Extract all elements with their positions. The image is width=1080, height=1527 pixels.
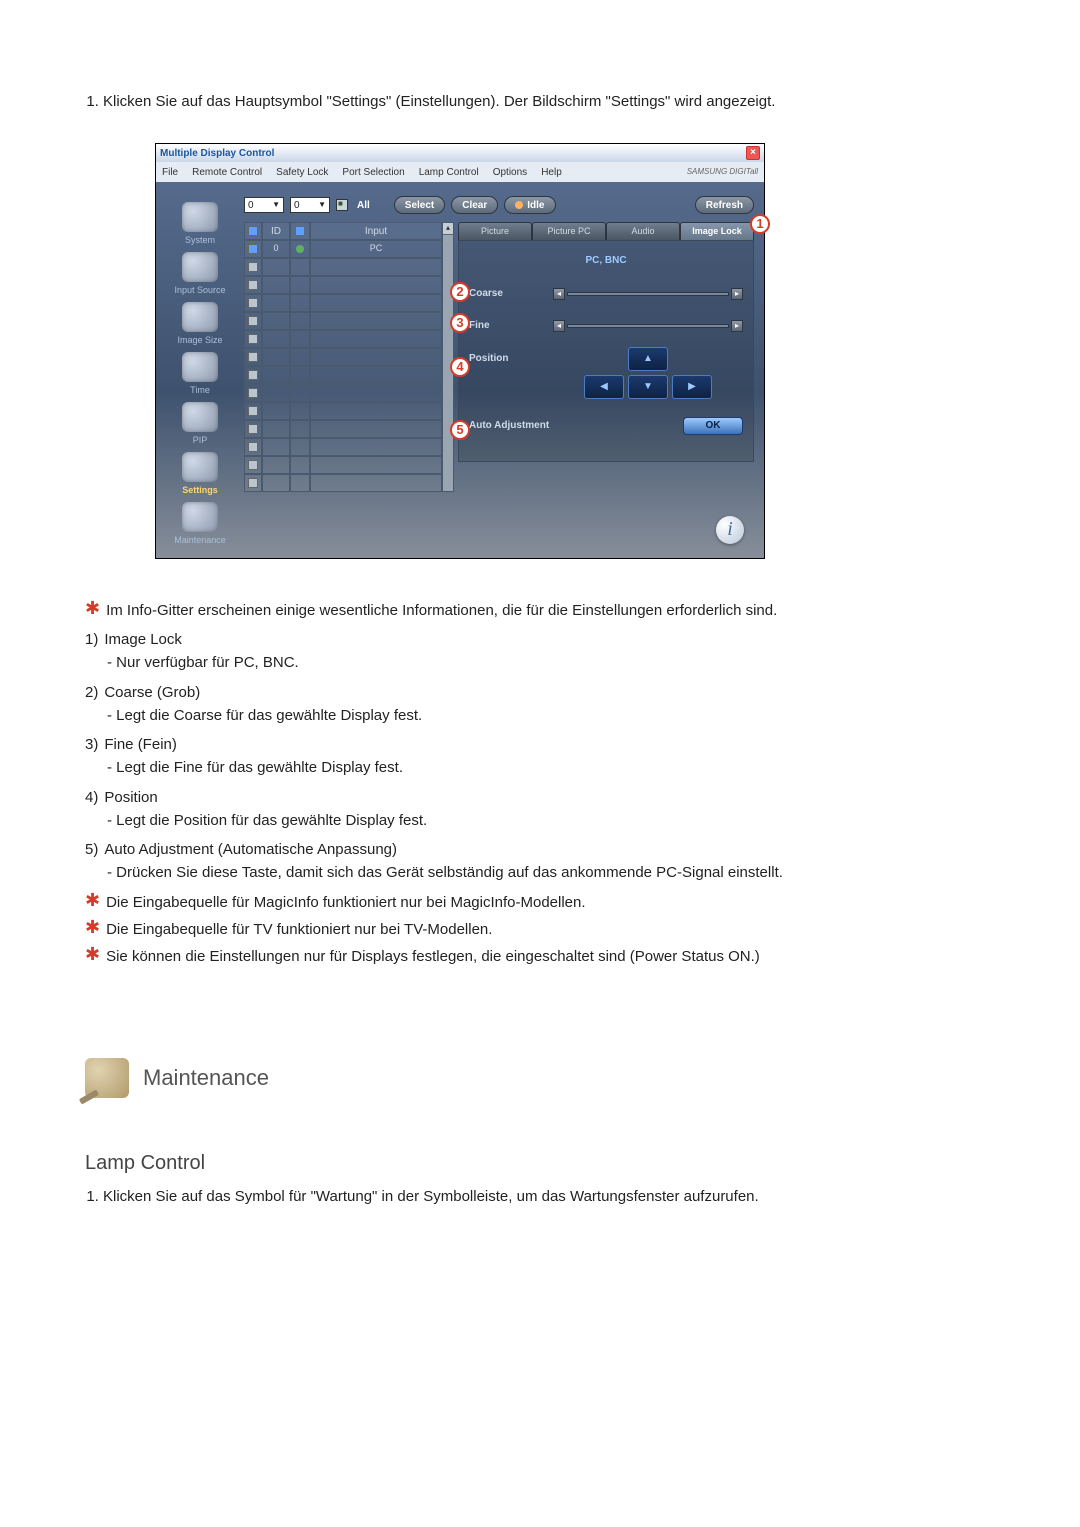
sidebar-item-settings[interactable]: Settings (156, 452, 244, 498)
clear-button[interactable]: Clear (451, 196, 498, 214)
arrow-right-icon[interactable]: ▸ (731, 288, 743, 300)
panel-heading: PC, BNC (469, 253, 743, 269)
intro-step-1: Klicken Sie auf das Hauptsymbol "Setting… (103, 90, 995, 113)
tab-audio[interactable]: Audio (606, 222, 680, 240)
note-magicinfo: Die Eingabequelle für MagicInfo funktion… (106, 891, 995, 914)
notes-list: 1)Image Lock- Nur verfügbar für PC, BNC.… (85, 628, 995, 885)
section-title-maintenance: Maintenance (143, 1061, 269, 1095)
sidebar-item-time[interactable]: Time (156, 352, 244, 398)
brand-label: SAMSUNG DIGITall (687, 166, 758, 178)
app-screenshot: Multiple Display Control × File Remote C… (155, 143, 765, 559)
subsection-lamp-control: Lamp Control (85, 1148, 995, 1179)
tab-picture-pc[interactable]: Picture PC (532, 222, 606, 240)
row-id: 0 (262, 240, 290, 258)
fine-label: Fine (469, 318, 545, 334)
scroll-up-icon[interactable]: ▴ (443, 223, 453, 235)
row-checkbox[interactable] (248, 244, 258, 254)
position-label: Position (469, 351, 545, 367)
note-tv: Die Eingabequelle für TV funktioniert nu… (106, 918, 995, 941)
window-title: Multiple Display Control (160, 146, 274, 162)
sidebar-label-input-source: Input Source (156, 284, 244, 298)
menu-bar: File Remote Control Safety Lock Port Sel… (156, 162, 764, 182)
range-to-select[interactable]: 0▼ (290, 197, 330, 213)
sidebar-label-settings: Settings (156, 484, 244, 498)
position-up-button[interactable]: ▲ (628, 347, 668, 371)
menu-options[interactable]: Options (493, 165, 527, 181)
menu-help[interactable]: Help (541, 165, 562, 181)
tab-image-lock[interactable]: Image Lock (680, 222, 754, 240)
coarse-label: Coarse (469, 286, 545, 302)
grid-head-checkbox[interactable] (244, 222, 262, 240)
menu-file[interactable]: File (162, 165, 178, 181)
table-row[interactable]: 0 PC (244, 240, 442, 258)
system-icon (182, 202, 218, 232)
info-icon[interactable]: i (716, 516, 744, 544)
auto-adjustment-label: Auto Adjustment (469, 418, 549, 434)
position-right-button[interactable]: ▶ (672, 375, 712, 399)
refresh-button[interactable]: Refresh (695, 196, 754, 214)
time-icon (182, 352, 218, 382)
display-grid: ID Input 0 PC (244, 222, 454, 492)
grid-head-status (290, 222, 310, 240)
input-source-icon (182, 252, 218, 282)
sidebar-item-maintenance[interactable]: Maintenance (156, 502, 244, 548)
sidebar-item-pip[interactable]: PIP (156, 402, 244, 448)
sidebar-label-image-size: Image Size (156, 334, 244, 348)
ok-button[interactable]: OK (683, 417, 743, 435)
arrow-right-icon[interactable]: ▸ (731, 320, 743, 332)
sidebar-item-image-size[interactable]: Image Size (156, 302, 244, 348)
note-power-on: Sie können die Einstellungen nur für Dis… (106, 945, 995, 968)
maintenance-icon (182, 502, 218, 532)
status-dot-icon (296, 245, 304, 253)
menu-safety-lock[interactable]: Safety Lock (276, 165, 328, 181)
coarse-slider[interactable]: ◂ ▸ (553, 289, 743, 299)
sidebar: System Input Source Image Size Time PIP … (156, 182, 244, 558)
star-icon: ✱ (85, 891, 100, 909)
grid-scrollbar[interactable]: ▴ (442, 222, 454, 492)
menu-port-selection[interactable]: Port Selection (342, 165, 404, 181)
sidebar-label-system: System (156, 234, 244, 248)
sidebar-label-maintenance: Maintenance (156, 534, 244, 548)
sidebar-item-system[interactable]: System (156, 202, 244, 248)
close-icon[interactable]: × (746, 146, 760, 160)
grid-head-input: Input (310, 222, 442, 240)
lamp-control-step-1: Klicken Sie auf das Symbol für "Wartung"… (103, 1185, 995, 1208)
settings-icon (182, 452, 218, 482)
sidebar-item-input-source[interactable]: Input Source (156, 252, 244, 298)
position-down-button[interactable]: ▼ (628, 375, 668, 399)
arrow-left-icon[interactable]: ◂ (553, 320, 565, 332)
select-button[interactable]: Select (394, 196, 445, 214)
star-icon: ✱ (85, 945, 100, 963)
row-input: PC (310, 240, 442, 258)
grid-head-id: ID (262, 222, 290, 240)
pip-icon (182, 402, 218, 432)
all-checkbox[interactable] (336, 199, 348, 211)
sidebar-label-pip: PIP (156, 434, 244, 448)
image-size-icon (182, 302, 218, 332)
menu-lamp-control[interactable]: Lamp Control (419, 165, 479, 181)
star-icon: ✱ (85, 599, 100, 617)
menu-remote-control[interactable]: Remote Control (192, 165, 262, 181)
tab-picture[interactable]: Picture (458, 222, 532, 240)
fine-slider[interactable]: ◂ ▸ (553, 321, 743, 331)
star-icon: ✱ (85, 918, 100, 936)
position-left-button[interactable]: ◀ (584, 375, 624, 399)
idle-indicator: Idle (504, 196, 555, 214)
sidebar-label-time: Time (156, 384, 244, 398)
note-info-grid: Im Info-Gitter erscheinen einige wesentl… (106, 599, 995, 622)
maintenance-section-icon (85, 1058, 129, 1098)
arrow-left-icon[interactable]: ◂ (553, 288, 565, 300)
all-label: All (357, 198, 370, 214)
range-from-select[interactable]: 0▼ (244, 197, 284, 213)
callout-badge-1: 1 (750, 214, 770, 234)
